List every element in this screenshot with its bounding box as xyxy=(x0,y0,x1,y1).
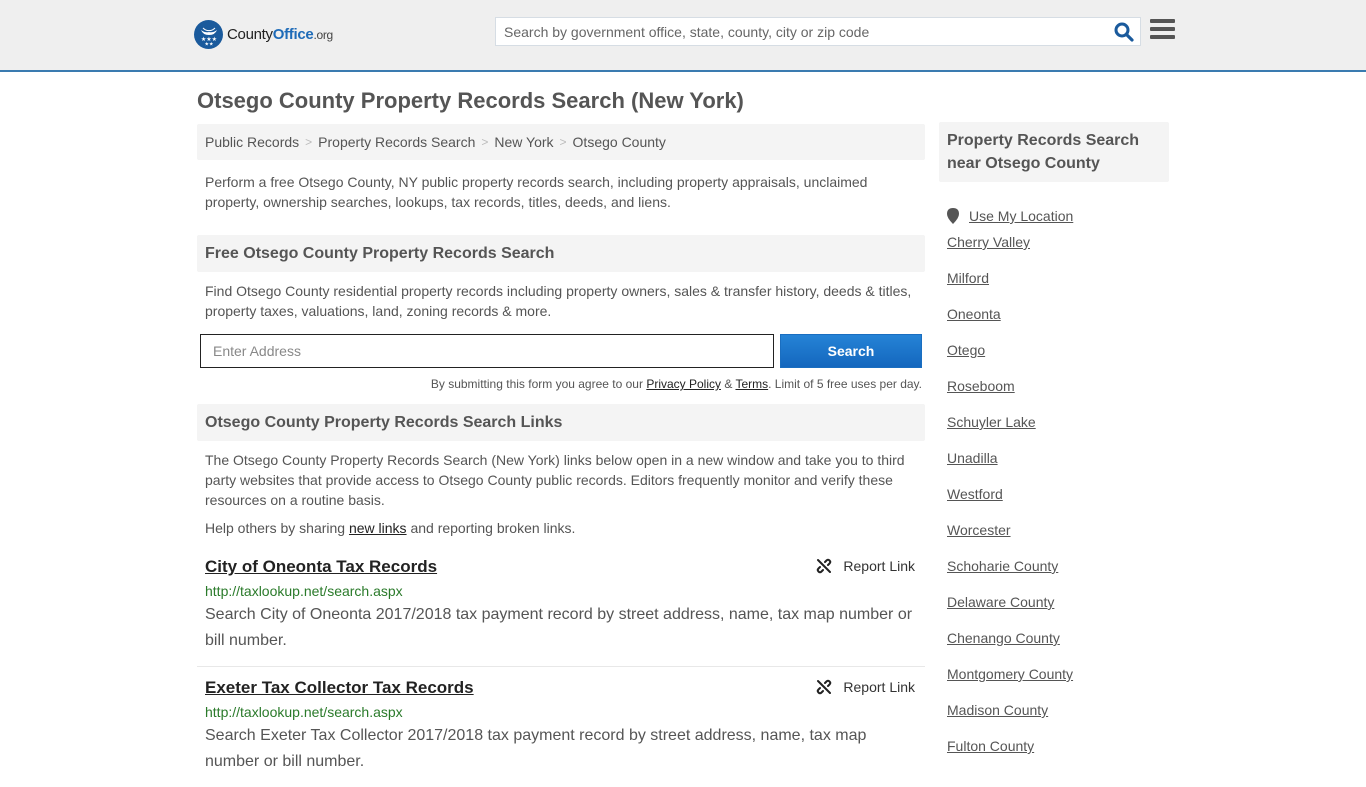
logo-link[interactable]: ★★★ ★★ CountyOffice.org xyxy=(194,20,333,49)
broken-link-icon xyxy=(817,679,832,695)
search-icon[interactable] xyxy=(1114,22,1134,42)
hamburger-menu-icon[interactable] xyxy=(1150,19,1175,41)
intro-text: Perform a free Otsego County, NY public … xyxy=(205,174,868,210)
sidebar-link-schuyler-lake[interactable]: Schuyler Lake xyxy=(947,414,1036,430)
breadcrumb-public-records[interactable]: Public Records xyxy=(205,134,299,150)
sidebar-item: Delaware County xyxy=(939,594,1169,630)
sidebar-link-worcester[interactable]: Worcester xyxy=(947,522,1011,538)
main-content: Public Records > Property Records Search… xyxy=(197,124,925,787)
breadcrumb-new-york[interactable]: New York xyxy=(494,134,553,150)
eagle-logo-icon: ★★★ ★★ xyxy=(194,20,223,49)
sidebar-link-oneonta[interactable]: Oneonta xyxy=(947,306,1001,322)
sidebar-item: Oneonta xyxy=(939,306,1169,342)
terms-link[interactable]: Terms xyxy=(735,377,768,391)
privacy-policy-link[interactable]: Privacy Policy xyxy=(646,377,721,391)
report-link-label: Report Link xyxy=(843,558,915,574)
sidebar-item: Fulton County xyxy=(939,738,1169,774)
report-link-button[interactable]: Report Link xyxy=(816,679,915,695)
breadcrumb-property-records-search[interactable]: Property Records Search xyxy=(318,134,475,150)
link-description: Search City of Oneonta 2017/2018 tax pay… xyxy=(205,606,913,649)
sidebar-item: Madison County xyxy=(939,702,1169,738)
search-section-heading: Free Otsego County Property Records Sear… xyxy=(197,235,925,272)
sidebar-link-montgomery-county[interactable]: Montgomery County xyxy=(947,666,1073,682)
use-my-location-item: Use My Location xyxy=(939,198,1169,234)
link-item: Exeter Tax Collector Tax Records Report … xyxy=(197,677,925,787)
map-pin-icon xyxy=(947,208,959,224)
sidebar-item: Westford xyxy=(939,486,1169,522)
address-search-form: Search xyxy=(200,334,925,368)
sidebar: Property Records Search near Otsego Coun… xyxy=(939,122,1169,774)
site-header: ★★★ ★★ CountyOffice.org xyxy=(0,0,1366,72)
search-section-description: Find Otsego County residential property … xyxy=(205,283,912,319)
link-description: Search Exeter Tax Collector 2017/2018 ta… xyxy=(205,727,867,770)
help-suffix: and reporting broken links. xyxy=(406,520,576,536)
report-link-label: Report Link xyxy=(843,679,915,695)
link-title[interactable]: Exeter Tax Collector Tax Records xyxy=(205,677,474,699)
sidebar-item: Worcester xyxy=(939,522,1169,558)
nearby-list: Use My Location Cherry Valley Milford On… xyxy=(939,198,1169,774)
logo-text: CountyOffice.org xyxy=(227,26,333,43)
sidebar-link-fulton-county[interactable]: Fulton County xyxy=(947,738,1034,754)
address-search-button[interactable]: Search xyxy=(780,334,922,368)
links-section-description: The Otsego County Property Records Searc… xyxy=(205,452,905,508)
address-input[interactable] xyxy=(200,334,774,368)
sidebar-link-otego[interactable]: Otego xyxy=(947,342,985,358)
breadcrumb: Public Records > Property Records Search… xyxy=(197,124,925,160)
use-my-location-link[interactable]: Use My Location xyxy=(969,208,1073,224)
sidebar-link-madison-county[interactable]: Madison County xyxy=(947,702,1048,718)
terms-notice: By submitting this form you agree to our… xyxy=(197,377,922,391)
sidebar-item: Milford xyxy=(939,270,1169,306)
site-search-input[interactable] xyxy=(496,18,1096,45)
page-title: Otsego County Property Records Search (N… xyxy=(197,88,744,113)
sidebar-link-cherry-valley[interactable]: Cherry Valley xyxy=(947,234,1030,250)
sidebar-item: Otego xyxy=(939,342,1169,378)
svg-text:★★: ★★ xyxy=(204,41,213,46)
sidebar-link-milford[interactable]: Milford xyxy=(947,270,989,286)
sidebar-item: Montgomery County xyxy=(939,666,1169,702)
sidebar-heading: Property Records Search near Otsego Coun… xyxy=(939,122,1169,182)
sidebar-link-unadilla[interactable]: Unadilla xyxy=(947,450,998,466)
sidebar-item: Schuyler Lake xyxy=(939,414,1169,450)
breadcrumb-otsego-county[interactable]: Otsego County xyxy=(573,134,666,150)
breadcrumb-separator: > xyxy=(481,135,489,149)
link-item: City of Oneonta Tax Records Report Link … xyxy=(197,556,925,667)
sidebar-item: Chenango County xyxy=(939,630,1169,666)
link-url: http://taxlookup.net/search.aspx xyxy=(205,583,403,599)
link-title[interactable]: City of Oneonta Tax Records xyxy=(205,556,437,578)
sidebar-link-westford[interactable]: Westford xyxy=(947,486,1003,502)
sidebar-item: Schoharie County xyxy=(939,558,1169,594)
help-prefix: Help others by sharing xyxy=(205,520,349,536)
sidebar-item: Roseboom xyxy=(939,378,1169,414)
sidebar-link-schoharie-county[interactable]: Schoharie County xyxy=(947,558,1058,574)
sidebar-link-chenango-county[interactable]: Chenango County xyxy=(947,630,1060,646)
terms-amp: & xyxy=(721,377,736,391)
report-link-button[interactable]: Report Link xyxy=(816,558,915,574)
link-url: http://taxlookup.net/search.aspx xyxy=(205,704,403,720)
links-section-heading: Otsego County Property Records Search Li… xyxy=(197,404,925,441)
sidebar-item: Cherry Valley xyxy=(939,234,1169,270)
sidebar-item: Unadilla xyxy=(939,450,1169,486)
breadcrumb-separator: > xyxy=(559,135,567,149)
new-links-link[interactable]: new links xyxy=(349,520,407,536)
sidebar-link-roseboom[interactable]: Roseboom xyxy=(947,378,1015,394)
site-search xyxy=(495,17,1141,46)
terms-suffix: . Limit of 5 free uses per day. xyxy=(768,377,922,391)
sidebar-link-delaware-county[interactable]: Delaware County xyxy=(947,594,1054,610)
breadcrumb-separator: > xyxy=(305,135,313,149)
terms-prefix: By submitting this form you agree to our xyxy=(430,377,647,391)
help-text: Help others by sharing new links and rep… xyxy=(205,520,917,536)
broken-link-icon xyxy=(817,558,832,574)
